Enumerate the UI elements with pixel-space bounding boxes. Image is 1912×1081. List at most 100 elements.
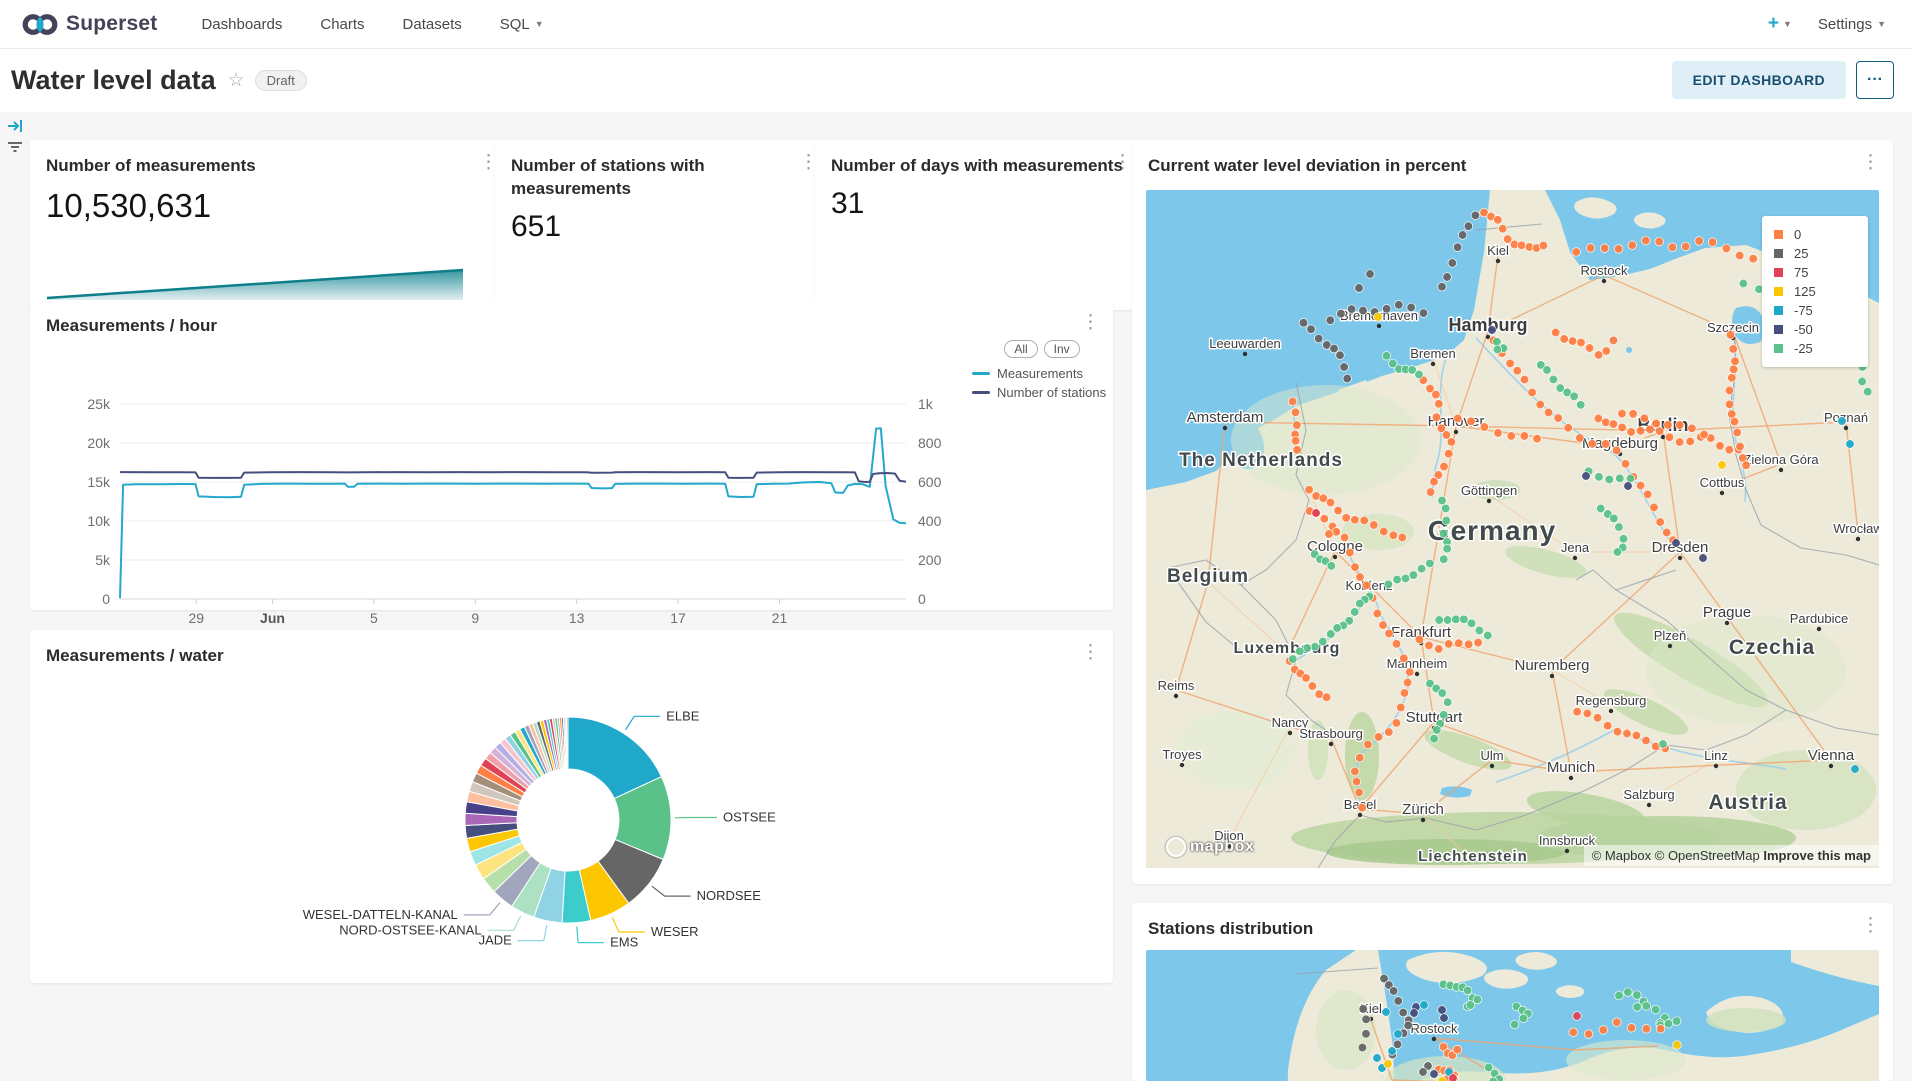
station-dot [1364, 740, 1373, 749]
nav-item-dashboards[interactable]: Dashboards [201, 16, 282, 33]
svg-text:1k: 1k [918, 396, 934, 412]
station-dot [1614, 245, 1623, 254]
city-label: Reims [1158, 678, 1195, 693]
station-dot [1627, 1024, 1636, 1033]
station-dot [1360, 516, 1369, 525]
nav-item-datasets[interactable]: Datasets [403, 16, 462, 33]
expand-filter-bar-icon[interactable] [7, 118, 24, 134]
station-dot [1373, 1054, 1382, 1063]
station-dot [1355, 788, 1364, 797]
station-dot [1609, 420, 1618, 429]
station-dot [1430, 734, 1439, 743]
station-dot [1439, 555, 1448, 564]
station-dot [1322, 693, 1331, 702]
station-dot [1513, 366, 1522, 375]
improve-map-link[interactable]: Improve this map [1763, 848, 1871, 863]
nav-item-charts[interactable]: Charts [320, 16, 364, 33]
station-dot [1334, 506, 1343, 515]
donut-slice[interactable] [567, 717, 568, 769]
station-dot [1291, 437, 1300, 446]
kpi-sparkline [45, 263, 465, 305]
legend-toggle-all[interactable]: All [1004, 340, 1037, 358]
donut-label: WESER [651, 924, 699, 939]
station-dot [1636, 427, 1645, 436]
station-dot [1742, 461, 1751, 470]
station-dot [1420, 1001, 1429, 1010]
svg-text:9: 9 [471, 610, 479, 626]
station-dot [1564, 424, 1573, 433]
station-dot [1549, 375, 1558, 384]
station-dot [1609, 336, 1618, 345]
nav-menu: Dashboards Charts Datasets SQL▼ [201, 16, 543, 33]
station-dot [1475, 626, 1484, 635]
station-dot [1379, 621, 1388, 630]
station-dot [1326, 316, 1335, 325]
kpi-card-measurements: Number of measurements ⋮ 10,530,631 [30, 140, 511, 310]
series-line [120, 428, 906, 598]
station-dot [1289, 655, 1298, 664]
station-dot [1544, 408, 1553, 417]
donut-label: WESEL-DATTELN-KANAL [303, 907, 458, 922]
map-canvas[interactable]: KielRostock [1146, 950, 1879, 1081]
kebab-menu-icon[interactable]: ⋮ [1858, 150, 1883, 175]
station-dot [1406, 668, 1415, 677]
kebab-menu-icon[interactable]: ⋮ [1078, 310, 1103, 335]
station-dot [1520, 432, 1529, 441]
settings-menu[interactable]: Settings▼ [1818, 16, 1886, 33]
station-dot [1439, 711, 1448, 720]
favorite-star-icon[interactable]: ☆ [228, 69, 245, 92]
map-legend-item[interactable]: 25 [1774, 244, 1856, 263]
station-dot [1507, 432, 1516, 441]
donut-label: ELBE [666, 708, 700, 723]
city-label: Kiel [1487, 243, 1509, 258]
legend-toggle-inv[interactable]: Inv [1044, 340, 1080, 358]
station-dot [1600, 244, 1609, 253]
station-dot [1342, 514, 1351, 523]
station-dot [1588, 440, 1597, 449]
map-legend-item[interactable]: -75 [1774, 301, 1856, 320]
station-dot [1440, 1014, 1449, 1023]
legend-item[interactable]: Number of stations [972, 385, 1112, 400]
station-dot [1615, 991, 1624, 1000]
station-dot [1726, 331, 1735, 340]
station-dot [1358, 1043, 1367, 1052]
water-donut-chart[interactable]: ELBEOSTSEENORDSEEWESEREMSJADENORD-OSTSEE… [30, 630, 1113, 983]
city-label: Troyes [1162, 747, 1202, 762]
map-legend-item[interactable]: 0 [1774, 225, 1856, 244]
station-dot [1439, 529, 1448, 538]
status-badge: Draft [255, 70, 307, 91]
map-legend-item[interactable]: 125 [1774, 282, 1856, 301]
nav-item-sql[interactable]: SQL▼ [500, 16, 544, 33]
station-dot [1374, 733, 1383, 742]
superset-logo[interactable]: Superset [22, 11, 157, 38]
map-legend-item[interactable]: -25 [1774, 339, 1856, 358]
new-item-button[interactable]: +▼ [1768, 13, 1792, 35]
station-dot [1374, 313, 1383, 322]
station-dot [1640, 414, 1649, 423]
station-dot [1613, 727, 1622, 736]
station-dot [1619, 535, 1628, 544]
svg-text:21: 21 [772, 610, 788, 626]
svg-text:25k: 25k [87, 396, 111, 412]
mapbox-logo[interactable]: mapbox [1166, 837, 1254, 857]
station-dot [1659, 740, 1668, 749]
donut-label: NORDSEE [697, 888, 762, 903]
dashboard-more-button[interactable]: ··· [1856, 61, 1894, 99]
station-dot [1432, 413, 1441, 422]
filter-icon[interactable] [6, 140, 24, 154]
filter-rail [0, 112, 30, 1081]
map-legend-item[interactable]: -50 [1774, 320, 1856, 339]
map-legend-item[interactable]: 75 [1774, 263, 1856, 282]
legend-item[interactable]: Measurements [972, 366, 1112, 381]
hour-line-chart[interactable]: 05k10k15k20k25k02004006008001k29Jun59131… [40, 346, 945, 631]
city-label: Nuremberg [1514, 657, 1589, 674]
city-label: Leeuwarden [1209, 336, 1281, 351]
station-dot [1655, 427, 1664, 436]
edit-dashboard-button[interactable]: EDIT DASHBOARD [1672, 61, 1846, 99]
stations-map[interactable]: KielRostock [1146, 950, 1879, 1081]
station-dot [1447, 438, 1456, 447]
kebab-menu-icon[interactable]: ⋮ [1858, 913, 1883, 938]
svg-text:5: 5 [370, 610, 378, 626]
station-dot [1733, 428, 1742, 437]
station-dot [1528, 388, 1537, 397]
